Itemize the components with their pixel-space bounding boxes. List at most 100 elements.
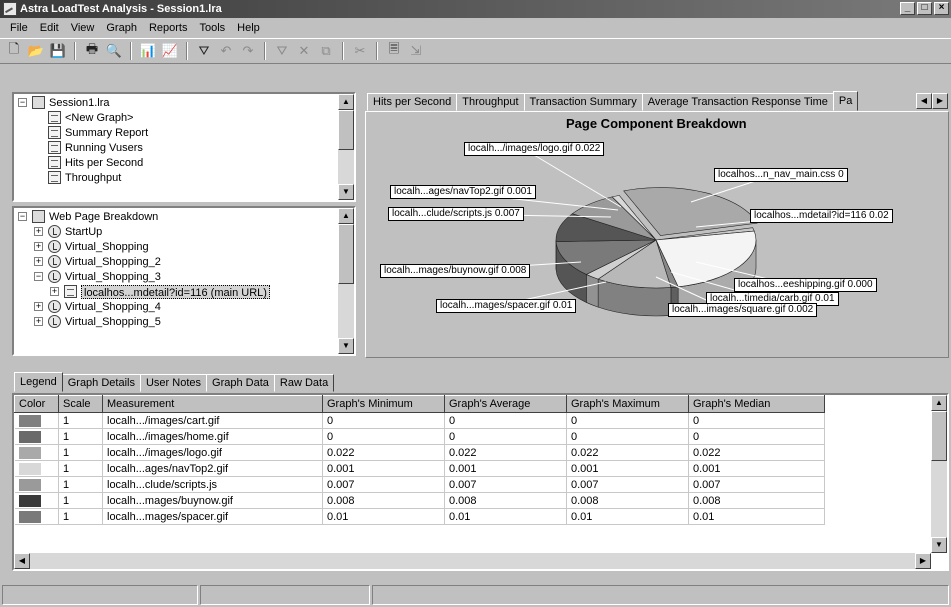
tree-item[interactable]: Virtual_Shopping_5: [65, 315, 161, 329]
menu-edit[interactable]: Edit: [34, 22, 65, 34]
graph-tab[interactable]: Throughput: [456, 93, 525, 111]
print-icon[interactable]: 🖶: [82, 41, 102, 61]
table-row[interactable]: 1 localh...mages/spacer.gif 0.01 0.01 0.01 0.…: [14, 508, 825, 525]
tree-item[interactable]: Virtual_Shopping_4: [65, 300, 161, 314]
scroll-up-icon[interactable]: ▲: [338, 208, 354, 224]
merge-graphs-icon[interactable]: ⧉: [316, 41, 336, 61]
legend-vscrollbar[interactable]: ▲ ▼: [931, 395, 947, 553]
table-row[interactable]: 1 localh.../images/logo.gif 0.022 0.022 0.02…: [14, 444, 825, 461]
cell-median: 0: [688, 412, 825, 429]
column-header[interactable]: Graph's Maximum: [566, 395, 689, 413]
save-icon[interactable]: 💾: [48, 41, 68, 61]
graph-tab[interactable]: Pa: [832, 91, 859, 111]
collapse-icon[interactable]: −: [18, 98, 27, 107]
cell-avg: 0: [444, 412, 567, 429]
expand-icon[interactable]: +: [50, 287, 59, 296]
expand-icon[interactable]: +: [34, 227, 43, 236]
legend-hscrollbar[interactable]: ◀ ▶: [14, 553, 931, 569]
window-title: Astra LoadTest Analysis - Session1.lra: [20, 3, 222, 15]
scroll-down-icon[interactable]: ▼: [931, 537, 947, 553]
bottom-tab-raw-data[interactable]: Raw Data: [273, 374, 335, 392]
close-button[interactable]: ×: [934, 2, 949, 15]
menu-help[interactable]: Help: [231, 22, 266, 34]
report-icon[interactable]: 🗏: [384, 41, 404, 61]
column-header[interactable]: Graph's Median: [688, 395, 825, 413]
pie-label: localh...images/square.gif 0.002: [668, 303, 818, 317]
color-cell: [14, 492, 59, 509]
tab-scroll-left-icon[interactable]: ◀: [916, 93, 932, 109]
bottom-tab-legend[interactable]: Legend: [14, 372, 63, 392]
filter-icon[interactable]: ⛛: [194, 41, 214, 61]
new-icon[interactable]: 🗋: [4, 41, 24, 61]
collapse-icon[interactable]: −: [34, 272, 43, 281]
column-header[interactable]: Scale: [58, 395, 103, 413]
scroll-down-icon[interactable]: ▼: [338, 184, 354, 200]
scroll-left-icon[interactable]: ◀: [14, 553, 30, 569]
tree-item[interactable]: Web Page Breakdown: [49, 210, 158, 224]
clear-filter-icon[interactable]: ✕: [294, 41, 314, 61]
expand-icon[interactable]: +: [34, 302, 43, 311]
tree-item[interactable]: StartUp: [65, 225, 102, 239]
tree-item[interactable]: Session1.lra: [49, 96, 110, 110]
bottom-tab-user-notes[interactable]: User Notes: [139, 374, 208, 392]
collapse-icon[interactable]: −: [18, 212, 27, 221]
table-row[interactable]: 1 localh...clude/scripts.js 0.007 0.007 0.00…: [14, 476, 825, 493]
column-header[interactable]: Measurement: [102, 395, 323, 413]
tree-item[interactable]: Virtual_Shopping_2: [65, 255, 161, 269]
tree-item[interactable]: Summary Report: [65, 126, 148, 140]
graph-tab[interactable]: Hits per Second: [367, 93, 458, 111]
scroll-right-icon[interactable]: ▶: [915, 553, 931, 569]
tree-item[interactable]: Running Vusers: [65, 141, 143, 155]
expand-icon[interactable]: +: [34, 317, 43, 326]
tree-item[interactable]: Hits per Second: [65, 156, 143, 170]
table-row[interactable]: 1 localh...ages/navTop2.gif 0.001 0.001 0.00…: [14, 460, 825, 477]
bottom-tab-graph-details[interactable]: Graph Details: [61, 374, 141, 392]
tree-item[interactable]: localhos...mdetail?id=116 (main URL): [81, 285, 270, 299]
print-preview-icon[interactable]: 🔍: [104, 41, 124, 61]
table-row[interactable]: 1 localh.../images/home.gif 0 0 0 0: [14, 428, 825, 445]
menu-reports[interactable]: Reports: [143, 22, 194, 34]
menu-view[interactable]: View: [65, 22, 101, 34]
graph-doc-icon: [48, 111, 61, 124]
export-icon[interactable]: ⇲: [406, 41, 426, 61]
scroll-up-icon[interactable]: ▲: [931, 395, 947, 411]
open-icon[interactable]: 📂: [26, 41, 46, 61]
scroll-thumb[interactable]: [338, 224, 354, 284]
tree-item[interactable]: <New Graph>: [65, 111, 133, 125]
cut-icon[interactable]: ✂: [350, 41, 370, 61]
maximize-button[interactable]: □: [917, 2, 932, 15]
column-header[interactable]: Graph's Average: [444, 395, 567, 413]
graph-properties-icon[interactable]: 📈: [160, 41, 180, 61]
status-panel-3: [372, 585, 949, 605]
tree-item[interactable]: Virtual_Shopping: [65, 240, 149, 254]
tab-scroll-right-icon[interactable]: ▶: [932, 93, 948, 109]
set-filter-icon[interactable]: ⛛: [272, 41, 292, 61]
menu-graph[interactable]: Graph: [100, 22, 143, 34]
column-header[interactable]: Color: [14, 395, 59, 413]
scroll-down-icon[interactable]: ▼: [338, 338, 354, 354]
menu-file[interactable]: File: [4, 22, 34, 34]
menu-tools[interactable]: Tools: [193, 22, 231, 34]
expand-icon[interactable]: +: [34, 257, 43, 266]
cell-median: 0: [688, 428, 825, 445]
title-bar: Astra LoadTest Analysis - Session1.lra _…: [0, 0, 951, 18]
bottom-tab-graph-data[interactable]: Graph Data: [206, 374, 275, 392]
scroll-thumb[interactable]: [338, 110, 354, 150]
undo-icon[interactable]: ↶: [216, 41, 236, 61]
tree-item[interactable]: Virtual_Shopping_3: [65, 270, 161, 284]
graph-tab[interactable]: Transaction Summary: [523, 93, 643, 111]
scroll-up-icon[interactable]: ▲: [338, 94, 354, 110]
table-row[interactable]: 1 localh.../images/cart.gif 0 0 0 0: [14, 412, 825, 429]
add-graph-icon[interactable]: 📊: [138, 41, 158, 61]
table-row[interactable]: 1 localh...mages/buynow.gif 0.008 0.008 0.00…: [14, 492, 825, 509]
graph-tab[interactable]: Average Transaction Response Time: [641, 93, 834, 111]
tree-item[interactable]: Throughput: [65, 171, 121, 185]
column-header[interactable]: Graph's Minimum: [322, 395, 445, 413]
breakdown-tree-scrollbar[interactable]: ▲ ▼: [338, 208, 354, 354]
color-swatch: [18, 510, 41, 523]
expand-icon[interactable]: +: [34, 242, 43, 251]
scroll-thumb[interactable]: [931, 411, 947, 461]
redo-icon[interactable]: ↷: [238, 41, 258, 61]
minimize-button[interactable]: _: [900, 2, 915, 15]
session-tree-scrollbar[interactable]: ▲ ▼: [338, 94, 354, 200]
